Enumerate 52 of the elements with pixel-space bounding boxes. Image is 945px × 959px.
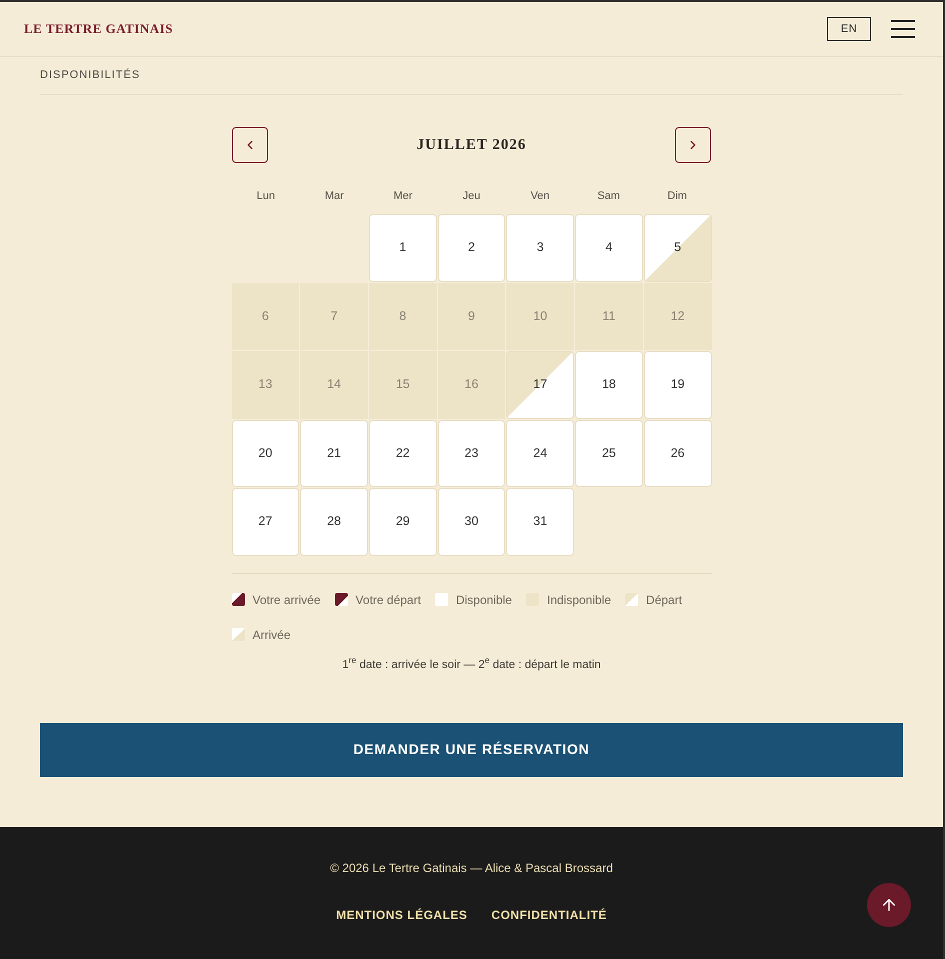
weekday-label: Dim <box>667 189 687 204</box>
day-cell[interactable]: 22 <box>368 420 437 487</box>
day-cell[interactable]: 30 <box>438 488 506 556</box>
weekday-label: Lun <box>256 189 275 204</box>
language-button[interactable]: EN <box>827 17 871 41</box>
day-cell[interactable]: 29 <box>368 488 437 556</box>
day-cell[interactable]: 3 <box>506 214 574 282</box>
day-cell[interactable]: 23 <box>438 420 506 487</box>
legend-swatch-icon <box>625 593 638 606</box>
day-cell[interactable]: 24 <box>506 420 574 487</box>
weekday-label: Sam <box>597 189 620 204</box>
day-cell[interactable]: 19 <box>644 351 712 418</box>
legend-swatch-icon <box>232 628 244 641</box>
month-title: JUILLET 2026 <box>416 136 526 155</box>
day-cell[interactable]: 28 <box>300 488 368 556</box>
legend-label: Indisponible <box>546 592 612 608</box>
site-logo[interactable]: LE TERTRE GATINAIS <box>24 19 173 39</box>
legend-label: Votre départ <box>356 592 421 608</box>
legend-swatch-icon <box>232 593 244 606</box>
menu-button[interactable] <box>891 20 915 38</box>
previous-month-button[interactable] <box>232 127 268 163</box>
legend-label: Départ <box>646 592 682 608</box>
legend-label: Votre arrivée <box>252 592 321 608</box>
next-month-button[interactable] <box>675 127 712 163</box>
day-cell[interactable]: 21 <box>300 420 368 487</box>
scroll-to-top-button[interactable] <box>867 883 911 927</box>
day-cell[interactable]: 27 <box>232 488 300 556</box>
legend-label: Arrivée <box>252 626 291 644</box>
request-reservation-button[interactable]: DEMANDER UNE RÉSERVATION <box>40 722 903 776</box>
day-cell[interactable]: 17 <box>506 351 574 418</box>
day-cell[interactable]: 20 <box>232 420 300 487</box>
day-cell[interactable]: 1 <box>368 214 437 282</box>
day-cell[interactable]: 26 <box>644 420 712 487</box>
day-cell[interactable]: 31 <box>506 488 574 556</box>
weekday-label: Mer <box>393 189 412 204</box>
footer-link[interactable]: CONFIDENTIALITÉ <box>491 907 607 923</box>
day-cell[interactable]: 5 <box>644 214 712 282</box>
menu-icon <box>891 20 915 38</box>
footer-link[interactable]: MENTIONS LÉGALES <box>336 907 468 923</box>
day-cell[interactable]: 25 <box>575 420 643 487</box>
weekday-label: Mar <box>324 189 344 204</box>
legend-label: Disponible <box>456 592 512 608</box>
legend-swatch-icon <box>334 593 348 606</box>
weekday-label: Ven <box>530 189 550 204</box>
day-cell[interactable]: 2 <box>438 214 506 282</box>
section-title: DISPONIBILITÉS <box>40 68 142 83</box>
weekday-label: Jeu <box>462 189 480 204</box>
booking-note: 1$^{re}$ date : arrivée le soir — 2$^{e}$ date : départ le matin <box>342 656 601 672</box>
day-cell[interactable]: 18 <box>575 351 643 418</box>
copyright-text: © 2026 Le Tertre Gatinais — Alice & Pascal Brossard <box>330 860 613 876</box>
day-cell[interactable]: 4 <box>575 214 643 282</box>
legend-swatch-icon <box>434 593 448 606</box>
